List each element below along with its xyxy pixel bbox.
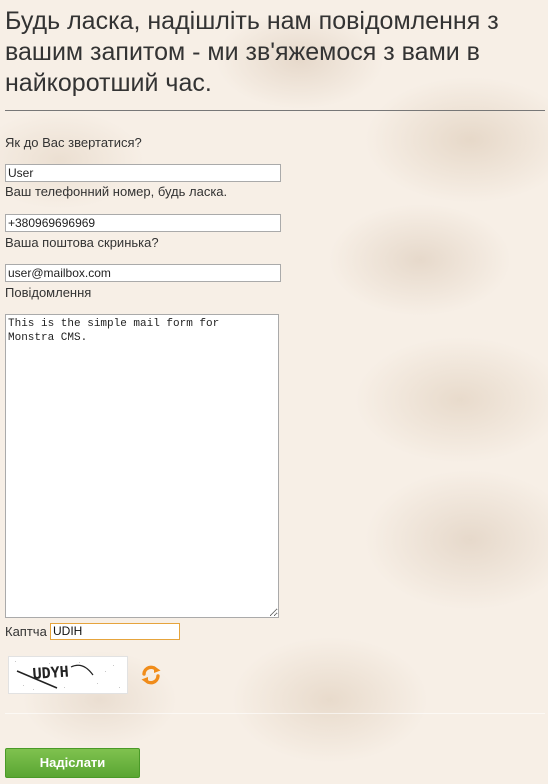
name-label: Як до Вас звертатися? xyxy=(5,135,142,150)
phone-label: Ваш телефонний номер, будь ласка. xyxy=(5,184,228,199)
refresh-icon-graphic xyxy=(141,665,161,685)
message-label: Повідомлення xyxy=(5,285,92,300)
page-title: Будь ласка, надішліть нам повідомлення з… xyxy=(5,7,499,97)
title-divider xyxy=(5,110,545,111)
captcha-input[interactable] xyxy=(50,623,180,640)
message-textarea[interactable]: This is the simple mail form for Monstra… xyxy=(5,314,279,618)
captcha-image: UDYH xyxy=(8,656,128,694)
email-input[interactable] xyxy=(5,264,281,282)
email-label: Ваша поштова скринька? xyxy=(5,235,159,250)
contact-form-page: Будь ласка, надішліть нам повідомлення з… xyxy=(0,0,548,784)
captcha-image-text: UDYH xyxy=(32,663,69,683)
refresh-icon[interactable] xyxy=(139,663,163,687)
form-separator xyxy=(5,713,545,714)
phone-input[interactable] xyxy=(5,214,281,232)
captcha-image-graphic: UDYH xyxy=(15,661,120,690)
name-input[interactable] xyxy=(5,164,281,182)
captcha-label: Каптча xyxy=(5,624,47,639)
submit-button[interactable]: Надіслати xyxy=(5,748,140,778)
